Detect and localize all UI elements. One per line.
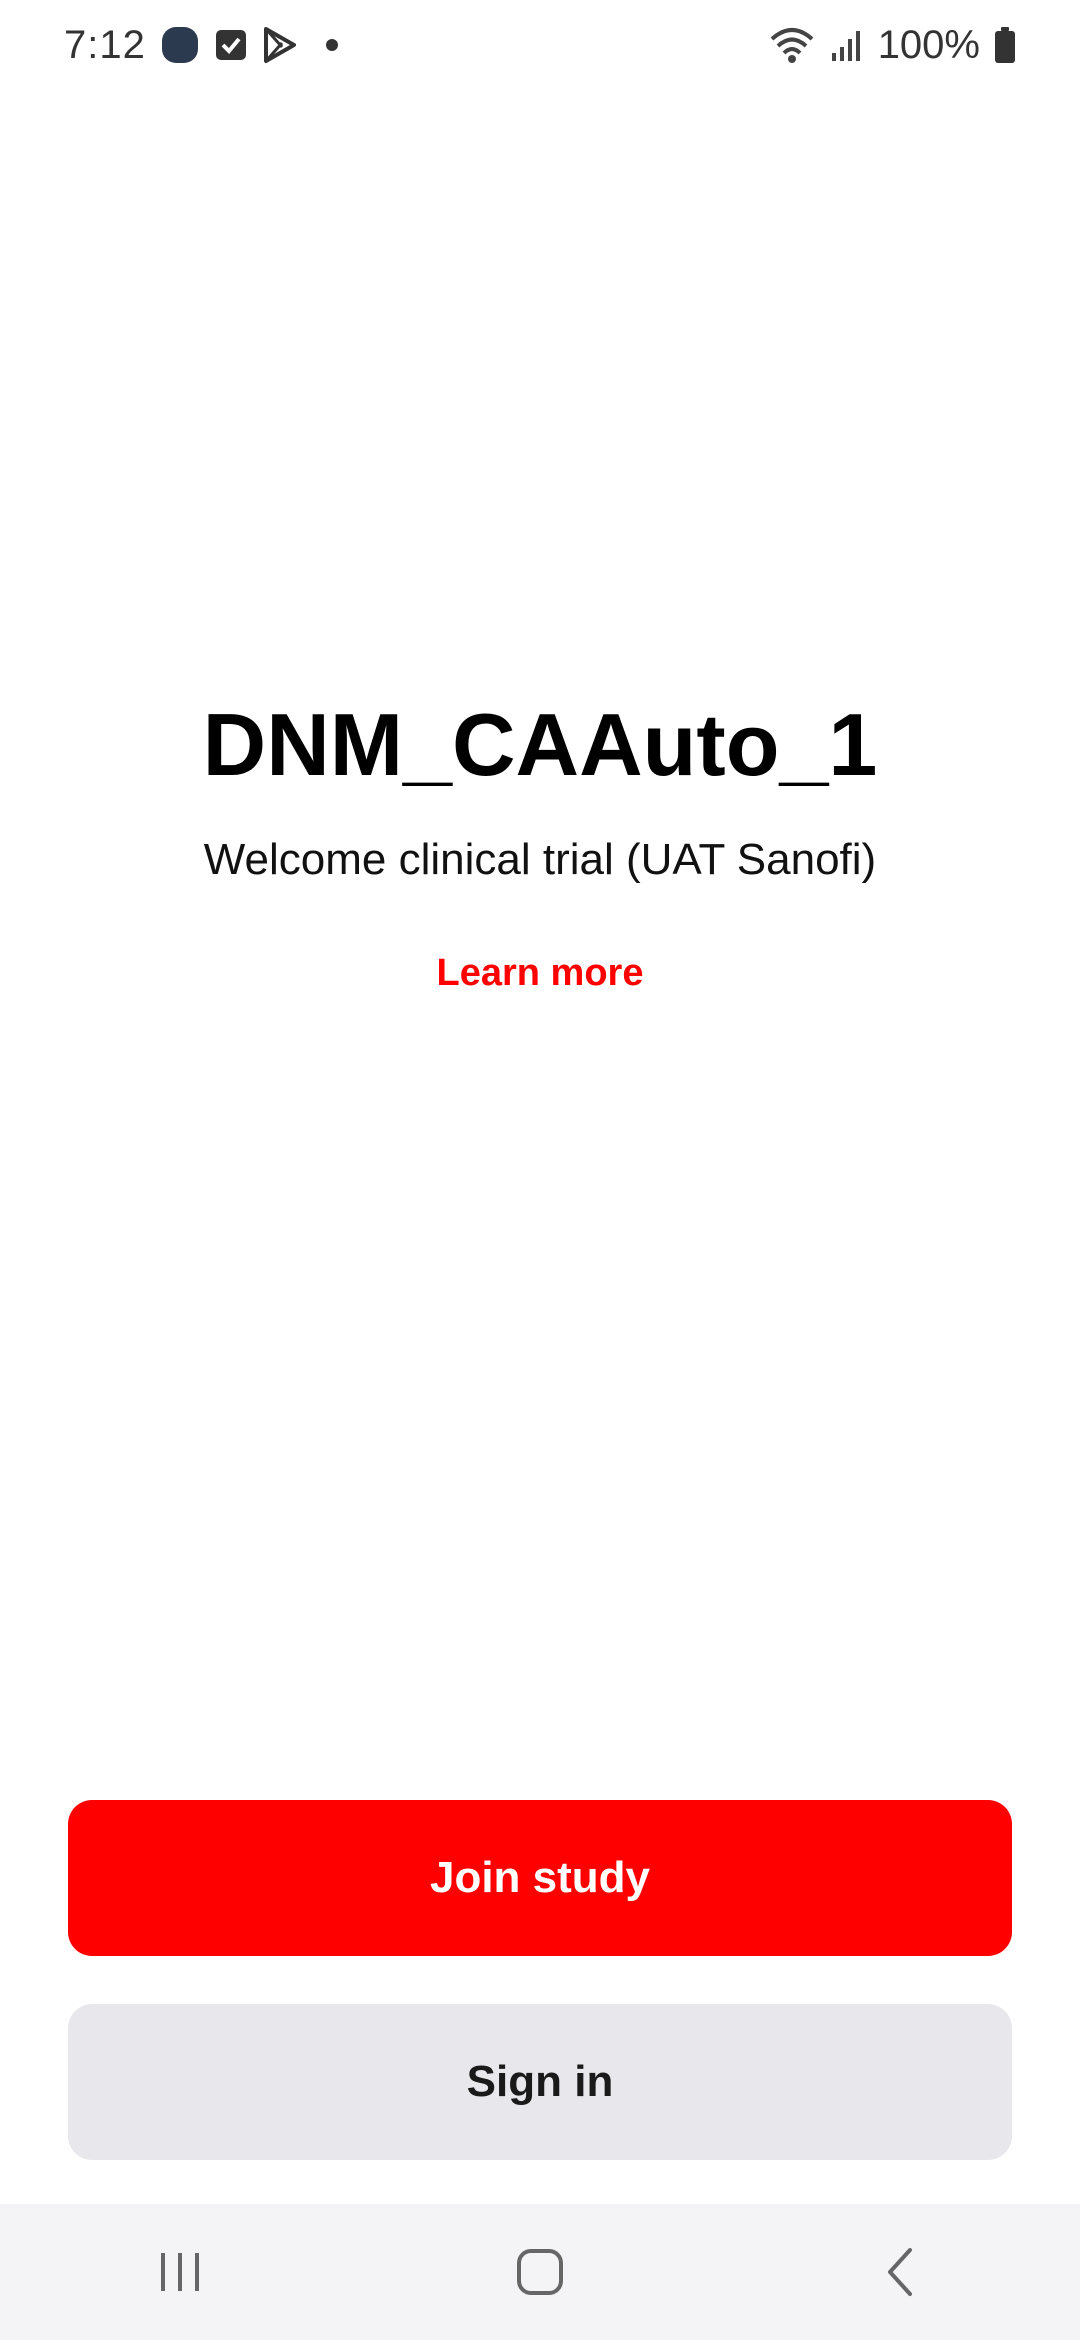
study-intro: DNM_CAAuto_1 Welcome clinical trial (UAT…: [0, 690, 1080, 995]
signal-icon: [830, 27, 864, 63]
study-title: DNM_CAAuto_1: [202, 695, 878, 794]
status-bar: 7:12 100%: [0, 0, 1080, 90]
battery-icon: [994, 26, 1016, 64]
join-study-button[interactable]: Join study: [68, 1800, 1012, 1956]
learn-more-link[interactable]: Learn more: [437, 952, 644, 995]
home-icon[interactable]: [480, 2222, 600, 2322]
notification-dot-icon: [325, 39, 338, 51]
system-navigation-bar: [0, 2204, 1080, 2340]
back-icon[interactable]: [840, 2222, 960, 2322]
status-left: 7:12: [64, 23, 338, 68]
status-right: 100%: [768, 23, 1016, 68]
sign-in-button[interactable]: Sign in: [68, 2004, 1012, 2160]
study-subtitle: Welcome clinical trial (UAT Sanofi): [203, 835, 877, 884]
status-time: 7:12: [64, 22, 146, 67]
checkbox-notification-icon: [214, 28, 248, 62]
battery-percentage: 100%: [877, 22, 980, 67]
join-study-label: Join study: [429, 1853, 651, 1902]
wifi-icon: [768, 25, 816, 65]
recent-apps-icon[interactable]: [120, 2222, 240, 2322]
welcome-screen: 7:12 100% DNM_CAAuto_1 Welcome clinical …: [0, 0, 1080, 2340]
sign-in-label: Sign in: [466, 2057, 614, 2106]
play-store-icon: [262, 26, 298, 64]
app-notification-icon: [160, 25, 200, 65]
